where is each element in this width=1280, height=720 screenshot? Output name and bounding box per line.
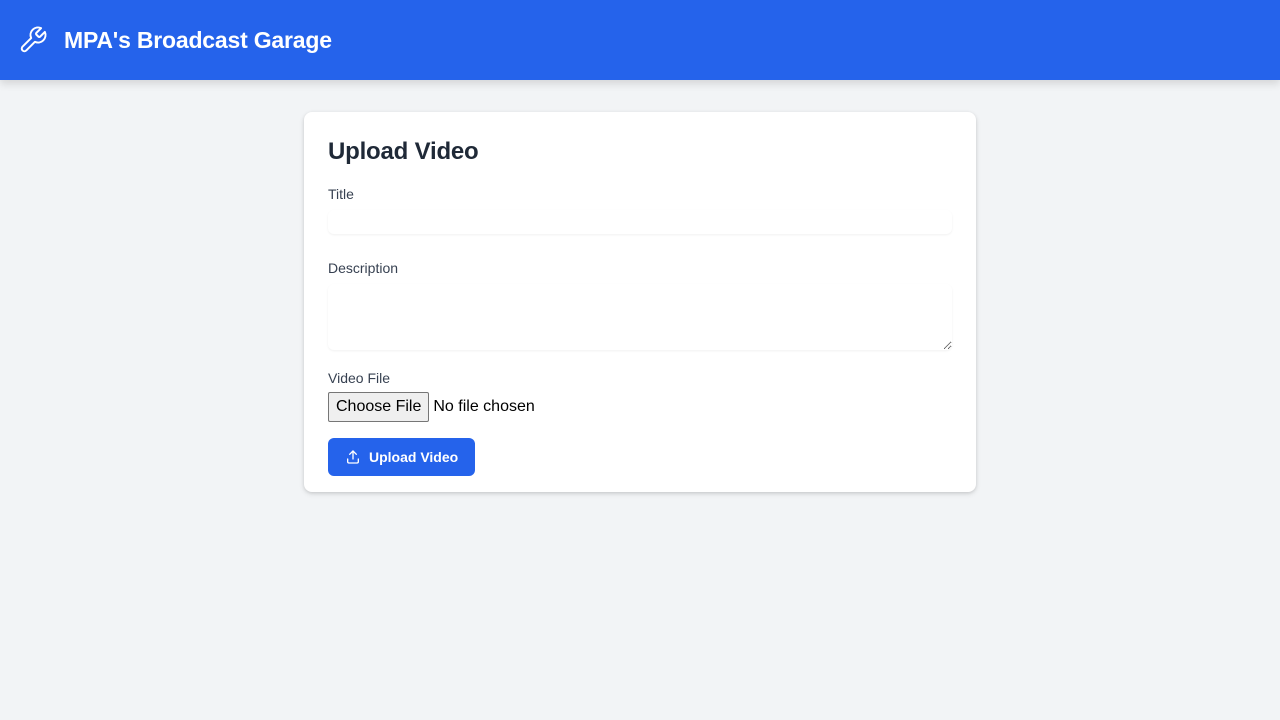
file-picker: Choose File No file chosen (328, 392, 952, 422)
upload-icon (345, 449, 361, 465)
choose-file-button[interactable]: Choose File (328, 392, 430, 422)
file-status-text: No file chosen (433, 398, 535, 415)
title-input[interactable] (328, 210, 952, 234)
wrench-icon (18, 25, 48, 55)
description-label: Description (328, 260, 399, 276)
app-title: MPA's Broadcast Garage (64, 26, 332, 53)
description-textarea[interactable] (328, 284, 952, 350)
upload-video-button-label: Upload Video (369, 449, 459, 465)
app-header: MPA's Broadcast Garage (0, 0, 1280, 80)
video-file-label: Video File (328, 370, 391, 386)
upload-heading: Upload Video (328, 138, 479, 165)
upload-card: Upload Video Title Description Video Fil… (304, 112, 976, 492)
title-label: Title (328, 186, 354, 202)
upload-video-button[interactable]: Upload Video (328, 438, 475, 476)
